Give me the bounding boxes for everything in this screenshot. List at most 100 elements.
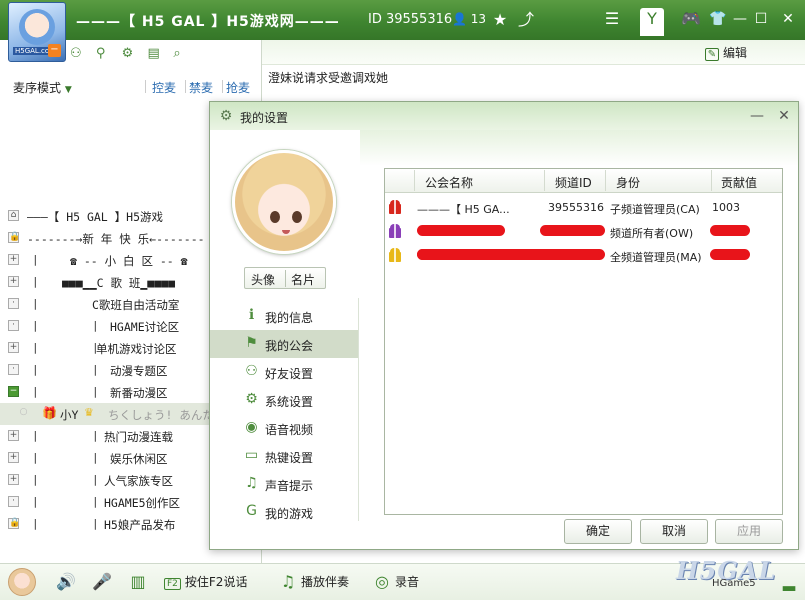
mic-mode-dropdown[interactable]: 麦序模式 ▼ (13, 79, 72, 96)
channel-dot-icon: · (8, 320, 19, 331)
speaker-icon[interactable]: 🔊 (56, 572, 76, 592)
grab-mic-link[interactable]: 抢麦 (226, 79, 250, 96)
expand-icon[interactable]: + (8, 474, 19, 485)
channel-name: HGAME讨论区 (110, 320, 180, 334)
channel-name: -------→新 年 快 乐←------- (27, 232, 205, 246)
logo-avatar (19, 9, 55, 45)
gamepad-icon[interactable]: 🎮 (679, 8, 703, 30)
tree-line: | (32, 319, 39, 332)
redacted-contribution (710, 249, 750, 260)
member-role: 全频道管理员(MA) (610, 251, 702, 264)
settings-menu-item[interactable]: ▭ 热键设置 (210, 442, 358, 470)
tree-line: | (32, 275, 39, 288)
expand-icon[interactable]: + (8, 452, 19, 463)
push-to-talk-button[interactable]: F2 按住F2说话 (164, 573, 247, 590)
play-accompaniment-button[interactable]: 播放伴奏 (301, 573, 349, 590)
cancel-button[interactable]: 取消 (640, 519, 708, 544)
control-mic-link[interactable]: 控麦 (152, 79, 176, 96)
settings-menu-item[interactable]: ♫ 声音提示 (210, 470, 358, 498)
channel-name: C歌班自由活动室 (92, 298, 180, 312)
tree-line: | (92, 363, 99, 376)
divider (222, 80, 223, 93)
close-button[interactable]: ✕ (778, 10, 798, 28)
settings-menu-item[interactable]: ⚙ 系统设置 (210, 386, 358, 414)
tree-line: | (32, 451, 39, 464)
channel-dot-icon: · (8, 496, 19, 507)
avatar-button[interactable]: 头像 (251, 271, 275, 288)
card-button[interactable]: 名片 (291, 271, 315, 288)
table-row[interactable]: 全频道管理员(MA) (385, 243, 782, 267)
settings-menu-item[interactable]: ⚑ 我的公会 (210, 330, 358, 358)
table-row[interactable]: ———【 H5 GA... 39555316 1003 子频道管理员(CA) (385, 195, 782, 219)
tree-line: | (92, 451, 99, 464)
user-status-icon: ○ (19, 407, 28, 417)
online-count: 👤 13 (452, 12, 486, 26)
settings-menu-label: 热键设置 (265, 451, 314, 465)
profile-avatar[interactable] (232, 150, 336, 254)
minimize-button[interactable]: — (730, 10, 750, 28)
settings-menu-item[interactable]: ℹ 我的信息 (210, 302, 358, 330)
search-icon[interactable]: ⌕ (173, 46, 189, 61)
channel-logo[interactable]: H5GAL.com − (8, 2, 66, 62)
settings-menu-label: 系统设置 (265, 395, 314, 409)
game-icon: G (246, 503, 257, 519)
expand-icon[interactable]: + (8, 276, 19, 287)
expand-icon[interactable]: + (8, 430, 19, 441)
equalizer-icon[interactable]: ▥ (128, 572, 148, 592)
record-icon: ◎ (375, 572, 389, 591)
dialog-banner (360, 130, 798, 166)
channel-name: ■■■▁▁C 歌 班▁■■■■ (62, 276, 176, 290)
table-header: 公会名称 频道ID 身份 贡献值 (385, 169, 782, 193)
announcement-icon[interactable]: ▤ (147, 46, 163, 61)
tree-line: | (32, 385, 39, 398)
record-button[interactable]: 录音 (395, 573, 419, 590)
info-icon: ℹ (248, 307, 255, 323)
close-button[interactable]: ✕ (775, 107, 793, 125)
online-count-value: 13 (470, 12, 487, 26)
collapse-icon[interactable]: − (8, 386, 19, 397)
settings-menu-item[interactable]: G 我的游戏 (210, 498, 358, 526)
apply-button[interactable]: 应用 (715, 519, 783, 544)
channel-dot-icon: · (8, 364, 19, 375)
channel-name: ———【 H5 GAL 】H5游戏 (27, 210, 164, 224)
microphone-icon[interactable]: 🎤 (92, 572, 112, 592)
yy-icon[interactable]: Y (640, 8, 664, 36)
expand-icon[interactable]: + (8, 342, 19, 353)
tree-line: | (32, 473, 39, 486)
share-icon[interactable]: ⤴ (514, 9, 538, 31)
settings-icon[interactable]: ⚙ (122, 46, 138, 61)
settings-menu-item[interactable]: ◉ 语音视频 (210, 414, 358, 442)
table-row[interactable]: 频道所有者(OW) (385, 219, 782, 243)
ban-mic-link[interactable]: 禁麦 (189, 79, 213, 96)
channel-tools: ⚇ ⚲ ⚙ ▤ ⌕ (70, 46, 195, 61)
webcam-icon: ◉ (245, 419, 258, 435)
col-role[interactable]: 身份 (616, 174, 640, 191)
col-contribution[interactable]: 贡献值 (721, 174, 757, 191)
members-icon[interactable]: ⚇ (70, 46, 86, 61)
ok-button[interactable]: 确定 (564, 519, 632, 544)
profile-buttons: 头像 名片 (244, 267, 326, 289)
star-icon[interactable]: ★ (488, 9, 512, 31)
channel-name: 人气家族专区 (104, 474, 173, 488)
col-channel-id[interactable]: 频道ID (555, 174, 592, 191)
settings-menu-item[interactable]: ⚇ 好友设置 (210, 358, 358, 386)
expand-icon[interactable]: + (8, 254, 19, 265)
channel-name: 单机游戏讨论区 (96, 342, 177, 356)
channel-name: H5娘产品发布 (104, 518, 176, 532)
location-icon[interactable]: ⚲ (96, 46, 112, 61)
channel-name: 新番动漫区 (110, 386, 168, 400)
maximize-button[interactable]: ☐ (751, 10, 771, 28)
dialog-title-bar[interactable]: ⚙ 我的设置 — ✕ (210, 102, 798, 130)
lock-icon: 🔒 (8, 518, 21, 529)
divider (414, 170, 415, 191)
edit-button[interactable]: ✎ 编辑 (705, 44, 747, 61)
avatar-eye (292, 211, 302, 223)
minimize-button[interactable]: — (748, 107, 766, 125)
channel-name: ☎ -- 小 白 区 -- ☎ (70, 254, 188, 268)
collapse-icon[interactable]: − (48, 44, 61, 57)
divider (544, 170, 545, 191)
list-icon[interactable]: ☰ (600, 8, 624, 30)
col-guild-name[interactable]: 公会名称 (425, 174, 473, 191)
avatar[interactable] (8, 568, 36, 596)
skin-icon[interactable]: 👕 (708, 10, 728, 28)
